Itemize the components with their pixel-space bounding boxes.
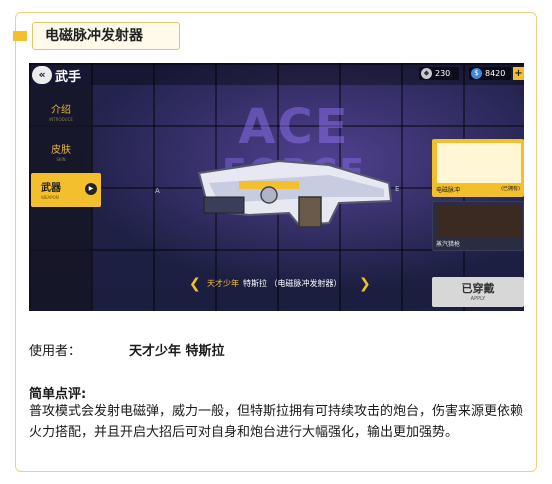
- game-screenshot: ACE FORCE A B E « 武手 ◆ 230 $ 8420 + 介绍 I…: [29, 63, 524, 311]
- user-label: 使用者：: [29, 344, 82, 359]
- gem-value: 230: [435, 69, 451, 78]
- sidebar-item-skin[interactable]: 皮肤 SKIN: [29, 135, 93, 169]
- sidebar-item-label: 皮肤: [51, 145, 71, 156]
- user-name: 天才少年 特斯拉: [129, 344, 225, 359]
- marker-a: A: [155, 187, 160, 195]
- add-currency-button[interactable]: +: [513, 67, 524, 80]
- title-accent-bar: [13, 31, 27, 41]
- hero-name: 天才少年: [207, 279, 239, 288]
- weapon-slot-steam[interactable]: 蒸汽猎枪: [432, 201, 524, 251]
- sidebar-item-weapon[interactable]: 武器 WEAPON ▶: [31, 173, 101, 207]
- sidebar: 介绍 INTRODUCE 皮肤 SKIN 武器 WEAPON ▶: [29, 85, 101, 311]
- equip-sub: APPLY: [470, 296, 486, 302]
- gem-counter: ◆ 230: [419, 67, 459, 80]
- review-body: 普攻模式会发射电磁弹，威力一般，但特斯拉拥有可持续攻击的炮台，伤害来源更依赖火力…: [29, 404, 524, 440]
- section-title: 电磁脉冲发射器: [32, 22, 180, 50]
- ace-force-logo: ACE: [238, 99, 350, 155]
- sidebar-item-sub: SKIN: [56, 157, 66, 162]
- sidebar-item-intro[interactable]: 介绍 INTRODUCE: [29, 95, 93, 129]
- equip-label: 已穿戴: [461, 282, 495, 295]
- weapon-slot-name: 蒸汽猎枪: [436, 241, 461, 248]
- hero-selector: ❮ 天才少年 特斯拉 （电磁脉冲发射器） ❯: [189, 275, 371, 293]
- gem-icon: ◆: [421, 68, 432, 79]
- play-icon: ▶: [85, 183, 97, 195]
- weapon-label: 特斯拉 （电磁脉冲发射器）: [243, 279, 342, 288]
- owned-badge: (已拥有): [501, 186, 520, 192]
- weapon-image: [197, 159, 393, 228]
- sidebar-item-sub: WEAPON: [41, 195, 59, 200]
- weapon-slot-name: 电磁脉冲: [436, 187, 461, 194]
- review-title: 简单点评:: [29, 387, 87, 402]
- sidebar-item-sub: INTRODUCE: [49, 117, 73, 122]
- back-button[interactable]: «: [32, 66, 52, 84]
- next-arrow-icon[interactable]: ❯: [359, 275, 371, 293]
- prev-arrow-icon[interactable]: ❮: [189, 275, 201, 293]
- equip-button[interactable]: 已穿戴 APPLY: [432, 277, 524, 307]
- coin-icon: $: [471, 68, 482, 79]
- coin-value: 8420: [485, 69, 506, 78]
- weapon-slot-emp[interactable]: 电磁脉冲 (已拥有): [432, 139, 524, 197]
- coin-counter: $ 8420: [469, 67, 511, 80]
- weapon-thumbnail: [437, 205, 521, 237]
- weapon-thumbnail: [437, 143, 521, 183]
- sidebar-item-label: 介绍: [51, 105, 71, 116]
- page-title: 武手: [55, 70, 82, 85]
